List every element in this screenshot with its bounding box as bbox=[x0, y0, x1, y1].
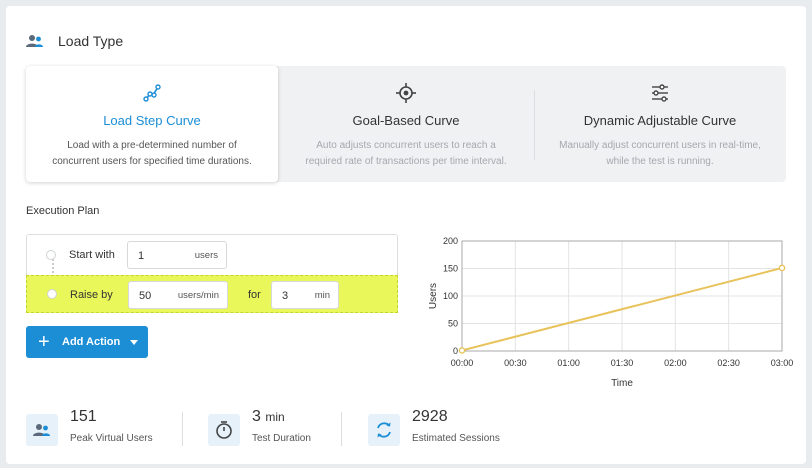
start-users-unit: users bbox=[194, 250, 218, 261]
goal-based-curve-option[interactable]: Goal-Based Curve Auto adjusts concurrent… bbox=[280, 66, 532, 182]
x-tick-label: 02:30 bbox=[717, 358, 740, 368]
y-tick-label: 200 bbox=[443, 236, 458, 246]
caret-down-icon bbox=[130, 339, 139, 345]
y-tick-label: 150 bbox=[443, 264, 458, 274]
curve-name: Dynamic Adjustable Curve bbox=[583, 113, 737, 128]
execution-plan-label: Execution Plan bbox=[26, 205, 100, 217]
step-dot bbox=[46, 250, 56, 260]
raise-rate-unit: users/min bbox=[177, 290, 219, 301]
load-step-curve-option[interactable]: Load Step Curve Load with a pre-determin… bbox=[26, 66, 278, 182]
stopwatch-icon bbox=[208, 414, 240, 446]
curve-description: Load with a pre-determined number of con… bbox=[52, 140, 252, 167]
curve-name: Goal-Based Curve bbox=[352, 113, 460, 128]
x-axis-label: Time bbox=[611, 378, 633, 389]
add-action-button[interactable]: + Add Action bbox=[26, 326, 148, 358]
start-step-row: Start with 1 users bbox=[27, 237, 397, 273]
users-icon bbox=[26, 414, 58, 446]
estimated-sessions-caption: Estimated Sessions bbox=[412, 433, 500, 444]
start-users-input[interactable]: 1 users bbox=[127, 241, 227, 269]
data-point bbox=[778, 264, 786, 272]
sliders-icon bbox=[652, 84, 668, 102]
divider bbox=[341, 412, 342, 446]
test-duration-caption: Test Duration bbox=[252, 433, 311, 444]
x-tick-label: 00:30 bbox=[504, 358, 527, 368]
raise-rate-value: 50 bbox=[139, 290, 152, 302]
refresh-icon bbox=[368, 414, 400, 446]
for-label: for bbox=[248, 289, 261, 301]
section-header: Load Type bbox=[26, 28, 123, 54]
target-icon bbox=[396, 83, 416, 103]
x-tick-label: 01:00 bbox=[557, 358, 580, 368]
plus-icon: + bbox=[38, 331, 50, 353]
raise-label: Raise by bbox=[70, 289, 113, 301]
x-tick-label: 03:00 bbox=[771, 358, 794, 368]
load-curve-chart: 00:00 00:30 01:00 01:30 02:00 02:30 03:00 0 50 10… bbox=[428, 236, 794, 389]
x-tick-label: 00:00 bbox=[451, 358, 474, 368]
raise-rate-input[interactable]: 50 users/min bbox=[128, 281, 228, 309]
start-users-value: 1 bbox=[138, 250, 145, 262]
raise-step-row[interactable]: Raise by 50 users/min for 3 min bbox=[26, 275, 398, 313]
curve-description: Manually adjust concurrent users in real… bbox=[559, 140, 761, 167]
step-dot bbox=[47, 289, 57, 299]
peak-users-caption: Peak Virtual Users bbox=[70, 433, 153, 444]
divider bbox=[182, 412, 183, 446]
load-type-card: Load Type Load Step Curve Load with a pr… bbox=[6, 6, 806, 464]
peak-users-value: 151 bbox=[70, 408, 97, 425]
dynamic-adjustable-curve-option[interactable]: Dynamic Adjustable Curve Manually adjust… bbox=[534, 66, 786, 182]
test-duration-value: 3 min bbox=[252, 408, 285, 425]
execution-plan: Start with 1 users Raise by 50 users/min… bbox=[26, 234, 398, 313]
y-axis-label: Users bbox=[428, 283, 439, 309]
estimated-sessions-value: 2928 bbox=[412, 408, 448, 425]
step-curve-icon bbox=[143, 84, 161, 102]
curve-type-selector: Load Step Curve Load with a pre-determin… bbox=[26, 66, 786, 182]
x-tick-label: 01:30 bbox=[611, 358, 634, 368]
y-tick-label: 100 bbox=[443, 291, 458, 301]
curve-description: Auto adjusts concurrent users to reach a… bbox=[305, 140, 507, 167]
y-tick-label: 50 bbox=[448, 319, 458, 329]
curve-name: Load Step Curve bbox=[103, 113, 201, 128]
summary-stats: 151 Peak Virtual Users 3 min Test Durati… bbox=[26, 408, 786, 452]
add-action-label: Add Action bbox=[62, 336, 121, 348]
start-label: Start with bbox=[69, 249, 115, 261]
raise-duration-input[interactable]: 3 min bbox=[271, 281, 339, 309]
page-title: Load Type bbox=[58, 33, 124, 49]
x-tick-label: 02:00 bbox=[664, 358, 687, 368]
data-point bbox=[458, 347, 466, 354]
raise-duration-value: 3 bbox=[282, 290, 289, 302]
users-icon bbox=[26, 35, 43, 47]
y-tick-label: 0 bbox=[453, 346, 458, 356]
raise-duration-unit: min bbox=[314, 290, 330, 301]
